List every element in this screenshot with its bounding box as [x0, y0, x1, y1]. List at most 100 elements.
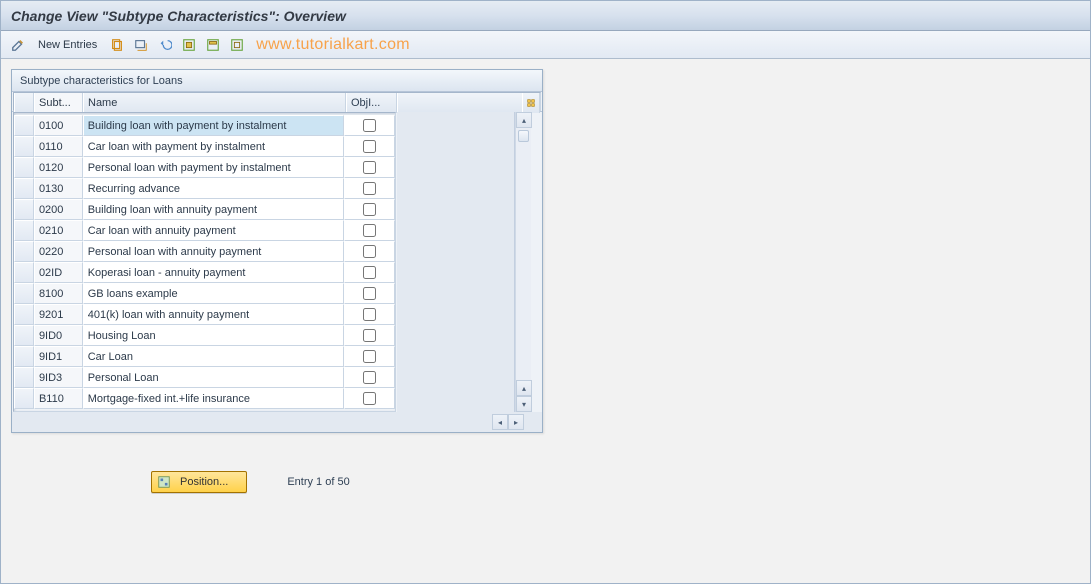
row-selector[interactable]: [14, 199, 34, 220]
objindic-checkbox[interactable]: [363, 224, 376, 237]
table-header-row: Subt... Name ObjI...: [12, 92, 542, 112]
objindic-checkbox[interactable]: [363, 182, 376, 195]
deselect-all-icon[interactable]: [226, 35, 248, 55]
delete-icon[interactable]: [130, 35, 152, 55]
cell-subtype[interactable]: 9ID0: [34, 325, 83, 346]
objindic-checkbox[interactable]: [363, 371, 376, 384]
table-row: 0100Building loan with payment by instal…: [14, 115, 395, 136]
cell-name[interactable]: Housing Loan: [83, 325, 345, 346]
row-selector[interactable]: [14, 157, 34, 178]
cell-name[interactable]: GB loans example: [83, 283, 345, 304]
display-change-toggle-icon[interactable]: [7, 35, 29, 55]
row-selector[interactable]: [14, 304, 34, 325]
cell-subtype[interactable]: 8100: [34, 283, 83, 304]
cell-subtype[interactable]: 0110: [34, 136, 83, 157]
cell-subtype[interactable]: 9ID3: [34, 367, 83, 388]
table-row: 9201401(k) loan with annuity payment: [14, 304, 395, 325]
objindic-checkbox[interactable]: [363, 308, 376, 321]
objindic-checkbox[interactable]: [363, 203, 376, 216]
scroll-right-icon[interactable]: ▸: [508, 414, 524, 430]
scroll-down-icon[interactable]: ▾: [516, 396, 532, 412]
row-selector[interactable]: [14, 115, 34, 136]
cell-name[interactable]: Koperasi loan - annuity payment: [83, 262, 345, 283]
cell-subtype[interactable]: 0100: [34, 115, 83, 136]
cell-subtype[interactable]: 02ID: [34, 262, 83, 283]
cell-subtype[interactable]: 0200: [34, 199, 83, 220]
cell-name[interactable]: 401(k) loan with annuity payment: [83, 304, 345, 325]
objindic-checkbox[interactable]: [363, 161, 376, 174]
row-selector[interactable]: [14, 283, 34, 304]
table-row: 0130Recurring advance: [14, 178, 395, 199]
objindic-checkbox[interactable]: [363, 119, 376, 132]
scroll-up-icon[interactable]: ▴: [516, 112, 532, 128]
cell-name[interactable]: Building loan with payment by instalment: [83, 115, 345, 136]
table-empty-region: [397, 112, 515, 412]
table-title: Subtype characteristics for Loans: [12, 70, 542, 92]
cell-name[interactable]: Personal Loan: [83, 367, 345, 388]
cell-objindic: [344, 262, 395, 283]
row-selector[interactable]: [14, 367, 34, 388]
cell-name[interactable]: Mortgage-fixed int.+life insurance: [83, 388, 345, 409]
objindic-checkbox[interactable]: [363, 350, 376, 363]
table-row: 02IDKoperasi loan - annuity payment: [14, 262, 395, 283]
column-name[interactable]: Name: [83, 93, 346, 113]
vertical-scrollbar[interactable]: ▴ ▴ ▾: [515, 112, 531, 412]
page-title: Change View "Subtype Characteristics": O…: [1, 1, 1090, 31]
cell-subtype[interactable]: 0120: [34, 157, 83, 178]
row-selector[interactable]: [14, 262, 34, 283]
scroll-left-icon[interactable]: ◂: [492, 414, 508, 430]
cell-name[interactable]: Car Loan: [83, 346, 345, 367]
cell-subtype[interactable]: B110: [34, 388, 83, 409]
cell-name[interactable]: Car loan with annuity payment: [83, 220, 345, 241]
table-row: 9ID1Car Loan: [14, 346, 395, 367]
table-row: 0200Building loan with annuity payment: [14, 199, 395, 220]
column-subtype[interactable]: Subt...: [34, 93, 83, 113]
new-entries-button[interactable]: New Entries: [31, 35, 104, 55]
objindic-checkbox[interactable]: [363, 140, 376, 153]
cell-subtype[interactable]: 0220: [34, 241, 83, 262]
row-selector[interactable]: [14, 136, 34, 157]
cell-name[interactable]: Building loan with annuity payment: [83, 199, 345, 220]
column-objindic[interactable]: ObjI...: [346, 93, 397, 113]
position-icon: [156, 474, 172, 490]
select-block-icon[interactable]: [202, 35, 224, 55]
row-selector[interactable]: [14, 178, 34, 199]
row-selector[interactable]: [14, 346, 34, 367]
cell-subtype[interactable]: 0210: [34, 220, 83, 241]
cell-name[interactable]: Personal loan with annuity payment: [83, 241, 345, 262]
row-selector[interactable]: [14, 388, 34, 409]
column-spacer: [397, 93, 522, 113]
table-row: 9ID3Personal Loan: [14, 367, 395, 388]
table-body: 0100Building loan with payment by instal…: [13, 112, 396, 412]
cell-objindic: [344, 388, 395, 409]
table-row: 0220Personal loan with annuity payment: [14, 241, 395, 262]
cell-name[interactable]: Recurring advance: [83, 178, 345, 199]
column-row-selector[interactable]: [14, 93, 34, 113]
objindic-checkbox[interactable]: [363, 392, 376, 405]
cell-objindic: [344, 178, 395, 199]
cell-objindic: [344, 367, 395, 388]
table-settings-icon[interactable]: [522, 93, 540, 113]
row-selector[interactable]: [14, 325, 34, 346]
undo-icon[interactable]: [154, 35, 176, 55]
cell-name[interactable]: Car loan with payment by instalment: [83, 136, 345, 157]
cell-objindic: [344, 304, 395, 325]
cell-subtype[interactable]: 9ID1: [34, 346, 83, 367]
objindic-checkbox[interactable]: [363, 287, 376, 300]
watermark-text: www.tutorialkart.com: [256, 36, 410, 54]
select-all-icon[interactable]: [178, 35, 200, 55]
cell-subtype[interactable]: 9201: [34, 304, 83, 325]
copy-as-icon[interactable]: [106, 35, 128, 55]
objindic-checkbox[interactable]: [363, 329, 376, 342]
cell-objindic: [344, 199, 395, 220]
objindic-checkbox[interactable]: [363, 266, 376, 279]
cell-subtype[interactable]: 0130: [34, 178, 83, 199]
position-button[interactable]: Position...: [151, 471, 247, 493]
row-selector[interactable]: [14, 241, 34, 262]
cell-name[interactable]: Personal loan with payment by instalment: [83, 157, 345, 178]
cell-objindic: [344, 115, 395, 136]
row-selector[interactable]: [14, 220, 34, 241]
scroll-page-up-icon[interactable]: ▴: [516, 380, 532, 396]
table-row: 8100GB loans example: [14, 283, 395, 304]
objindic-checkbox[interactable]: [363, 245, 376, 258]
